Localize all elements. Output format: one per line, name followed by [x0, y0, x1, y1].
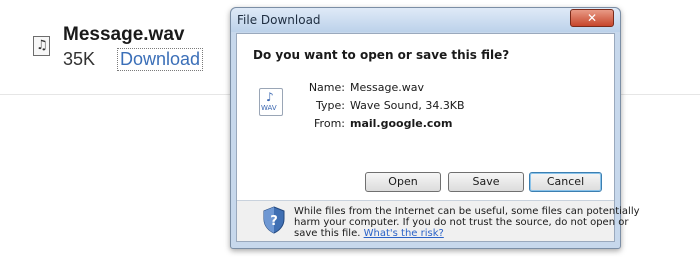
- close-icon: ✕: [586, 11, 598, 25]
- whats-the-risk-link[interactable]: What's the risk?: [364, 228, 444, 239]
- security-warning-text: While files from the Internet can be use…: [294, 206, 640, 239]
- file-download-dialog: File Download ✕ Do you want to open or s…: [230, 7, 640, 249]
- type-label: Type:: [316, 99, 345, 112]
- attachment-size: 35K: [63, 49, 96, 69]
- save-button[interactable]: Save: [448, 172, 524, 192]
- dialog-title: File Download: [237, 13, 321, 27]
- name-value: Message.wav: [350, 81, 424, 94]
- name-label: Name:: [308, 81, 345, 94]
- security-warning-panel: ? While files from the Internet can be u…: [237, 201, 640, 241]
- cancel-button[interactable]: Cancel: [529, 172, 602, 192]
- type-value: Wave Sound, 34.3KB: [350, 99, 465, 112]
- open-button[interactable]: Open: [365, 172, 441, 192]
- warning-line-3: save this file. What's the risk?: [294, 228, 640, 239]
- download-link[interactable]: Download: [117, 48, 204, 71]
- title-bar[interactable]: File Download ✕: [231, 8, 620, 32]
- wav-file-icon-label: WAV: [261, 104, 277, 112]
- security-shield-icon: ?: [263, 206, 285, 234]
- from-label: From:: [314, 117, 345, 130]
- close-button[interactable]: ✕: [570, 9, 614, 27]
- svg-text:?: ?: [270, 214, 278, 229]
- warning-line-3-text: save this file.: [294, 228, 361, 239]
- from-value: mail.google.com: [350, 117, 453, 130]
- music-file-icon: ♫: [33, 36, 50, 56]
- dialog-body: Do you want to open or save this file? ♪…: [236, 33, 640, 242]
- warning-line-2: harm your computer. If you do not trust …: [294, 217, 629, 228]
- wav-file-icon: ♪ WAV: [259, 88, 283, 116]
- attachment-name: Message.wav: [63, 24, 185, 45]
- dialog-question: Do you want to open or save this file?: [253, 48, 510, 62]
- warning-line-1: While files from the Internet can be use…: [294, 206, 640, 217]
